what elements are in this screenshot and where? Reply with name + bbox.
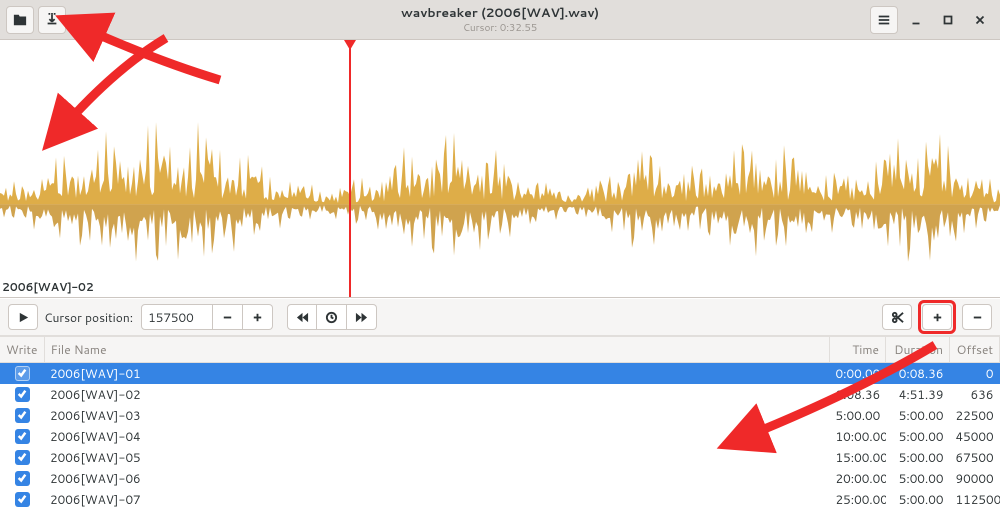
add-split-button[interactable] [922,304,952,330]
cell-filename: 2006[WAV]-01 [44,363,830,385]
cell-duration: 5:00.00 [886,405,950,426]
menu-button[interactable] [870,6,898,34]
cell-duration: 5:00.00 [886,489,950,510]
save-split-button[interactable] [38,6,66,34]
fast-forward-icon [355,311,368,324]
cell-duration: 5:00.00 [886,468,950,489]
seek-forward-button[interactable] [347,304,377,330]
write-checkbox[interactable] [15,408,30,423]
cell-filename: 2006[WAV]-06 [44,468,830,489]
cell-time: 25:00.00 [830,489,886,510]
waveform-view[interactable]: 2006[WAV]-02 [0,40,1000,298]
window-title: wavbreaker (2006[WAV].wav) [0,4,1000,22]
write-checkbox[interactable] [15,387,30,402]
seek-back-button[interactable] [287,304,317,330]
minus-icon [971,311,984,324]
table-row[interactable]: 2006[WAV]-035:00.005:00.0022500 [0,405,1000,426]
table-row[interactable]: 2006[WAV]-0620:00.005:00.0090000 [0,468,1000,489]
maximize-button[interactable] [934,6,962,34]
write-checkbox[interactable] [15,366,30,381]
table-row[interactable]: 2006[WAV]-0515:00.005:00.0067500 [0,447,1000,468]
cell-filename: 2006[WAV]-04 [44,426,830,447]
cursor-spin: 157500 [141,304,273,330]
annotation-highlight-add [918,300,956,334]
table-header-row: Write File Name Time Duration Offset [0,337,1000,363]
cell-offset: 112500 [950,489,1000,510]
split-line[interactable] [349,42,351,297]
write-checkbox[interactable] [15,471,30,486]
window-subtitle: Cursor: 0:32.55 [0,21,1000,35]
cut-button[interactable] [882,304,912,330]
cell-duration: 0:08.36 [886,363,950,385]
cell-time: 10:00.00 [830,426,886,447]
cell-offset: 45000 [950,426,1000,447]
cell-filename: 2006[WAV]-07 [44,489,830,510]
transport-toolbar: Cursor position: 157500 [0,298,1000,336]
minus-icon [221,311,234,324]
cell-offset: 0 [950,363,1000,385]
open-file-button[interactable] [6,6,34,34]
play-button[interactable] [8,304,38,330]
waveform-segment-label: 2006[WAV]-02 [2,279,94,295]
track-table: Write File Name Time Duration Offset 200… [0,336,1000,522]
cell-offset: 636 [950,384,1000,405]
cell-time: 5:00.00 [830,405,886,426]
cursor-increment-button[interactable] [243,304,273,330]
waveform-graphic-2 [0,40,1000,297]
titlebar: wavbreaker (2006[WAV].wav) Cursor: 0:32.… [0,0,1000,40]
col-time[interactable]: Time [830,337,886,363]
maximize-icon [941,13,955,27]
plus-icon [931,311,944,324]
col-write[interactable]: Write [0,337,44,363]
close-button[interactable] [966,6,994,34]
table-row[interactable]: 2006[WAV]-020:08.364:51.39636 [0,384,1000,405]
seek-reset-button[interactable] [317,304,347,330]
write-checkbox[interactable] [15,450,30,465]
cursor-position-input[interactable]: 157500 [141,304,213,330]
cell-time: 0:00.00 [830,363,886,385]
rewind-icon [296,311,309,324]
cell-offset: 90000 [950,468,1000,489]
close-icon [973,13,987,27]
cursor-decrement-button[interactable] [213,304,243,330]
plus-icon [251,311,264,324]
cell-offset: 67500 [950,447,1000,468]
cell-time: 0:08.36 [830,384,886,405]
cell-duration: 5:00.00 [886,447,950,468]
write-checkbox[interactable] [15,429,30,444]
hamburger-icon [877,13,891,27]
play-icon [17,311,30,324]
cell-duration: 4:51.39 [886,384,950,405]
seek-group [287,304,377,330]
write-checkbox[interactable] [15,492,30,507]
table-row[interactable]: 2006[WAV]-0410:00.005:00.0045000 [0,426,1000,447]
cursor-position-label: Cursor position: [44,309,133,326]
cell-filename: 2006[WAV]-02 [44,384,830,405]
open-file-icon [13,13,27,27]
cell-time: 20:00.00 [830,468,886,489]
clock-icon [325,311,338,324]
table-row[interactable]: 2006[WAV]-010:00.000:08.360 [0,363,1000,385]
remove-split-button[interactable] [962,304,992,330]
minimize-button[interactable] [902,6,930,34]
col-duration[interactable]: Duration [886,337,950,363]
cell-filename: 2006[WAV]-05 [44,447,830,468]
cell-time: 15:00.00 [830,447,886,468]
cell-duration: 5:00.00 [886,426,950,447]
minimize-icon [909,13,923,27]
col-filename[interactable]: File Name [44,337,830,363]
scissors-icon [891,311,904,324]
cell-filename: 2006[WAV]-03 [44,405,830,426]
cell-offset: 22500 [950,405,1000,426]
save-icon [45,13,59,27]
table-row[interactable]: 2006[WAV]-0725:00.005:00.00112500 [0,489,1000,510]
col-offset[interactable]: Offset [950,337,1000,363]
